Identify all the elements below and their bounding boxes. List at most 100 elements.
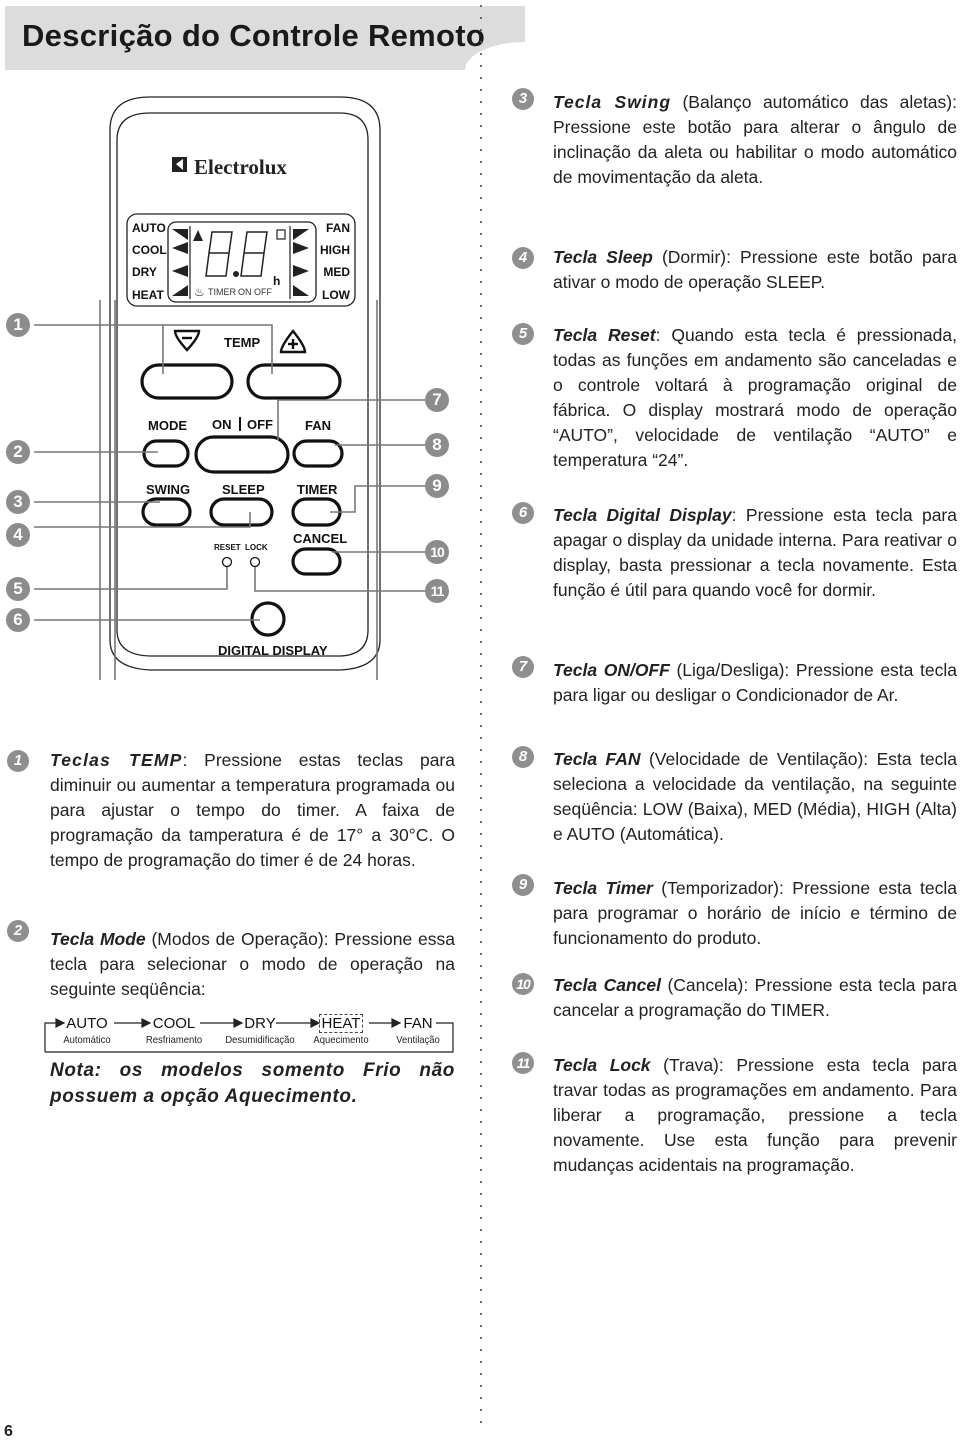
callout-badge-11: 11 bbox=[425, 579, 449, 603]
sequence-mode: AUTO bbox=[66, 1015, 108, 1032]
lcd-sleep-icon: ♨ bbox=[194, 285, 205, 299]
item-number-badge: 3 bbox=[512, 88, 534, 110]
sequence-mode-label: Resfriamento bbox=[145, 1034, 203, 1046]
lcd-fan-low: LOW bbox=[322, 288, 351, 302]
sequence-mode-label: Desumidificação bbox=[225, 1034, 295, 1046]
item-swing-key: Tecla Swing (Balanço automático das alet… bbox=[553, 90, 957, 190]
callout-badge-6: 6 bbox=[6, 608, 30, 632]
lcd-mode-heat: HEAT bbox=[132, 288, 164, 302]
digital-display-button[interactable] bbox=[250, 601, 286, 637]
lcd-digits bbox=[205, 231, 268, 277]
lcd-unit-hours: h bbox=[273, 274, 280, 288]
digital-display-label: DIGITAL DISPLAY bbox=[218, 643, 328, 658]
page-title: Descrição do Controle Remoto bbox=[22, 18, 486, 53]
item-text: : Quando esta tecla é pressionada, todas… bbox=[553, 325, 957, 470]
item-lead: Tecla Mode bbox=[50, 929, 146, 949]
callout-badge-4: 4 bbox=[6, 523, 30, 547]
item-number-badge: 2 bbox=[7, 920, 29, 942]
lcd-fan-fan: FAN bbox=[326, 221, 350, 235]
callout-badge-8: 8 bbox=[425, 433, 449, 457]
item-lock-key: Tecla Lock (Trava): Pressione esta tecla… bbox=[553, 1053, 957, 1178]
callout-badge-9: 9 bbox=[425, 474, 449, 498]
sequence-step-auto: AUTO Automático bbox=[52, 1015, 122, 1046]
item-onoff-key: Tecla ON/OFF (Liga/Desliga): Pressione e… bbox=[553, 658, 957, 708]
item-temp-keys: Teclas TEMP: Pressione estas teclas para… bbox=[50, 748, 455, 873]
lcd-mode-auto: AUTO bbox=[132, 221, 166, 235]
lcd-fan-indicator-icons bbox=[293, 229, 309, 296]
swing-button[interactable] bbox=[141, 497, 192, 527]
lcd-timer-label: TIMER bbox=[208, 287, 236, 297]
sequence-mode-label: Aquecimento bbox=[313, 1034, 369, 1046]
callout-badge-10: 10 bbox=[425, 540, 449, 564]
sequence-step-dry: DRY Desumidificação bbox=[220, 1015, 300, 1046]
item-number-badge: 8 bbox=[512, 746, 534, 768]
item-lead: Tecla Cancel bbox=[553, 975, 661, 995]
mode-sequence-diagram: AUTO Automático COOL Resfriamento DRY De… bbox=[44, 1014, 454, 1054]
item-lead: Tecla ON/OFF bbox=[553, 660, 670, 680]
on-off-button[interactable] bbox=[194, 435, 290, 474]
item-number-badge: 9 bbox=[512, 874, 534, 896]
item-reset-key: Tecla Reset: Quando esta tecla é pressio… bbox=[553, 323, 957, 473]
fan-button[interactable] bbox=[292, 439, 344, 468]
reset-label: RESET bbox=[214, 543, 241, 552]
reset-button[interactable] bbox=[221, 556, 233, 568]
callout-badge-5: 5 bbox=[6, 577, 30, 601]
temp-up-button[interactable] bbox=[246, 363, 342, 400]
sequence-mode-label: Ventilação bbox=[396, 1034, 440, 1046]
sequence-mode: HEAT bbox=[318, 1014, 364, 1033]
lcd-mode-indicator-icons bbox=[172, 229, 188, 296]
fan-label: FAN bbox=[305, 418, 331, 433]
sleep-button[interactable] bbox=[209, 497, 274, 527]
sequence-mode: FAN bbox=[403, 1015, 433, 1032]
temp-down-button[interactable] bbox=[140, 363, 234, 400]
remote-control-illustration: Electrolux AUTO COOL DRY HEAT FAN HIGH M… bbox=[34, 96, 425, 680]
off-label: OFF bbox=[247, 417, 273, 432]
timer-label: TIMER bbox=[297, 482, 338, 497]
temp-minus-icon bbox=[173, 329, 201, 352]
temp-plus-icon bbox=[279, 329, 307, 354]
item-number-badge: 7 bbox=[512, 656, 534, 678]
lcd-fan-high: HIGH bbox=[320, 243, 350, 257]
item-timer-key: Tecla Timer (Temporizador): Pressione es… bbox=[553, 876, 957, 951]
item-lead: Tecla Timer bbox=[553, 878, 653, 898]
item-digital-display-key: Tecla Digital Display: Pressione esta te… bbox=[553, 503, 957, 603]
column-divider bbox=[480, 0, 482, 1425]
sequence-mode: DRY bbox=[244, 1015, 276, 1032]
item-number-badge: 10 bbox=[512, 973, 534, 995]
temp-label: TEMP bbox=[224, 335, 260, 350]
callout-badge-1: 1 bbox=[6, 313, 30, 337]
sequence-mode-label: Automático bbox=[63, 1034, 111, 1046]
lcd-battery-icon bbox=[276, 229, 286, 240]
lcd-onoff-label: ON OFF bbox=[238, 287, 272, 297]
item-lead: Tecla Lock bbox=[553, 1055, 651, 1075]
item-mode-key: Tecla Mode (Modos de Operação): Pression… bbox=[50, 927, 455, 1002]
lcd-fan-med: MED bbox=[323, 265, 350, 279]
callout-badge-3: 3 bbox=[6, 490, 30, 514]
lcd-mode-cool: COOL bbox=[132, 243, 167, 257]
item-number-badge: 6 bbox=[512, 502, 534, 524]
brand-name: Electrolux bbox=[194, 155, 287, 179]
lcd-decimal-point bbox=[233, 271, 239, 277]
item-number-badge: 4 bbox=[512, 247, 534, 269]
item-lead: Tecla Reset bbox=[553, 325, 656, 345]
item-fan-key: Tecla FAN (Velocidade de Ventilação): Es… bbox=[553, 747, 957, 847]
lcd-up-arrow-icon bbox=[193, 230, 203, 241]
cancel-label: CANCEL bbox=[293, 531, 347, 546]
cooling-only-note: Nota: os modelos somento Frio não possue… bbox=[50, 1060, 455, 1107]
item-number-badge: 11 bbox=[512, 1052, 534, 1074]
on-label: ON bbox=[212, 417, 232, 432]
item-cancel-key: Tecla Cancel (Cancela): Pressione esta t… bbox=[553, 973, 957, 1023]
page-number: 6 bbox=[4, 1423, 13, 1440]
item-lead: Tecla FAN bbox=[553, 749, 641, 769]
lock-label: LOCK bbox=[245, 543, 268, 552]
item-number-badge: 1 bbox=[7, 750, 29, 772]
electrolux-logo-icon bbox=[172, 157, 187, 172]
lock-button[interactable] bbox=[249, 556, 261, 568]
lcd-mode-dry: DRY bbox=[132, 265, 157, 279]
item-lead: Tecla Sleep bbox=[553, 247, 653, 267]
sleep-label: SLEEP bbox=[222, 482, 265, 497]
mode-button[interactable] bbox=[142, 439, 190, 468]
callout-badge-2: 2 bbox=[6, 440, 30, 464]
sequence-step-fan: FAN Ventilação bbox=[388, 1015, 448, 1046]
sequence-step-heat: HEAT Aquecimento bbox=[306, 1014, 376, 1046]
